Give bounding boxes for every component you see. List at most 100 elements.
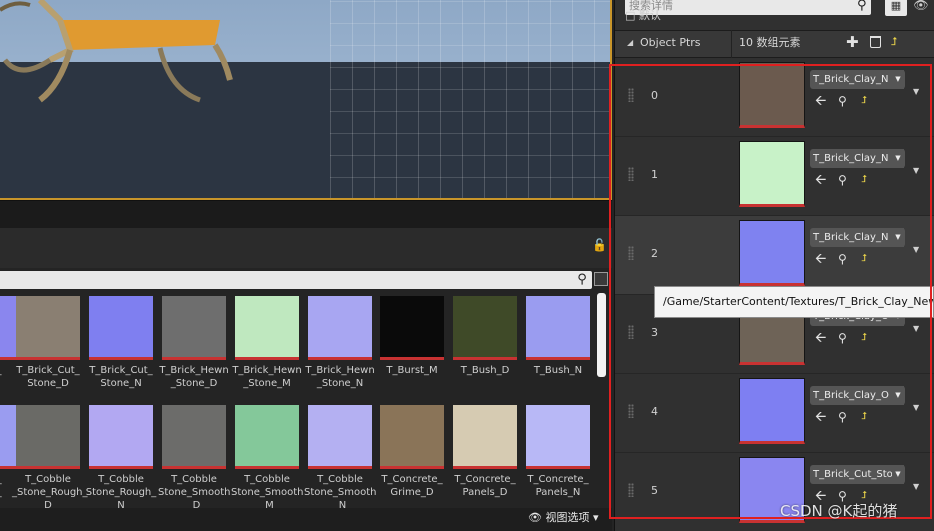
asset-tile[interactable]: T_Bush_D — [449, 296, 521, 377]
asset-name: T_Bush_D — [460, 365, 510, 376]
level-viewport[interactable] — [0, 0, 612, 200]
asset-name: T_Cobble Stone_Smooth _M — [231, 474, 304, 510]
drag-handle-icon[interactable] — [628, 246, 634, 260]
search-icon[interactable]: ⚲ — [857, 0, 867, 15]
browse-search-icon[interactable]: ⚲ — [838, 93, 847, 109]
asset-picker-combo[interactable]: T_Brick_Clay_N — [810, 70, 905, 89]
asset-name: T_Cobble _Stone_Rough_ D — [12, 474, 88, 510]
browse-search-icon[interactable]: ⚲ — [838, 251, 847, 267]
asset-tile[interactable]: T_Brick_Hewn _Stone_N — [304, 296, 376, 390]
asset-thumbnail[interactable] — [739, 378, 805, 444]
asset-tile[interactable]: T_Brick_Hewn _Stone_D — [158, 296, 230, 390]
array-element-row[interactable]: 1 T_Brick_Clay_N ▼ 🡨 ⚲ ⮥ ▼ — [615, 137, 934, 216]
element-options-arrow-icon[interactable]: ▼ — [913, 245, 919, 254]
asset-name: T_Brick_Cut_ Stone_D — [16, 365, 80, 389]
use-selected-arrow-icon[interactable]: 🡨 — [815, 172, 826, 188]
element-options-arrow-icon[interactable]: ▼ — [913, 324, 919, 333]
property-matrix-icon[interactable]: ▦ — [885, 0, 907, 16]
array-element-row[interactable]: 4 T_Brick_Clay_O ▼ 🡨 ⚲ ⮥ ▼ — [615, 374, 934, 453]
asset-picker-combo[interactable]: T_Brick_Clay_O — [810, 386, 905, 405]
reset-to-default-icon[interactable]: ⮥ — [891, 33, 898, 51]
asset-thumbnail — [453, 405, 517, 469]
asset-tile[interactable]: T_Cobble Stone_Smooth _D — [158, 405, 230, 510]
element-index: 2 — [651, 247, 658, 260]
add-element-icon[interactable]: ✚ — [846, 33, 859, 51]
browse-search-icon[interactable]: ⚲ — [838, 172, 847, 188]
search-icon[interactable]: ⚲ — [573, 271, 591, 289]
asset-thumbnail — [526, 296, 590, 360]
use-selected-arrow-icon[interactable]: 🡨 — [815, 93, 826, 109]
asset-name: T_Cobble Stone_Rough_ N — [85, 474, 157, 510]
chevron-down-icon[interactable]: ▼ — [892, 149, 904, 168]
viewport-grid — [330, 0, 612, 200]
asset-thumbnail — [16, 405, 80, 469]
chevron-down-icon[interactable]: ▼ — [892, 228, 904, 247]
element-index: 0 — [651, 89, 658, 102]
asset-tile[interactable]: T_Brick_Cut_ Stone_N — [85, 296, 157, 390]
asset-tile[interactable]: T_Cobble _Stone_Rough_ D — [12, 405, 88, 510]
browse-search-icon[interactable]: ⚲ — [838, 409, 847, 425]
asset-tile[interactable]: T_Concrete_ Panels_N — [522, 405, 594, 499]
asset-grid-scrollbar[interactable] — [597, 293, 606, 377]
element-options-arrow-icon[interactable]: ▼ — [913, 482, 919, 491]
reset-to-default-icon[interactable]: ⮥ — [861, 172, 867, 188]
content-browser-footer — [0, 508, 612, 531]
asset-tile[interactable]: T_Bush_N — [522, 296, 594, 377]
collapse-arrow-icon[interactable]: ◢ — [627, 38, 633, 47]
content-browser-search-input[interactable] — [0, 271, 592, 289]
drag-handle-icon[interactable] — [628, 325, 634, 339]
chevron-down-icon[interactable]: ▼ — [892, 465, 904, 484]
asset-thumbnail — [526, 405, 590, 469]
asset-thumbnail[interactable] — [739, 220, 805, 286]
asset-tile[interactable]: T_Cobble Stone_Rough_ N — [85, 405, 157, 510]
element-index: 5 — [651, 484, 658, 497]
element-index: 1 — [651, 168, 658, 181]
reset-to-default-icon[interactable]: ⮥ — [861, 251, 867, 267]
asset-tile[interactable]: T_Burst_M — [376, 296, 448, 377]
details-panel: 搜索详情 ⚲ ▦ 👁 □ 默认 ◢ Object Ptrs 10 数组元素 ✚ … — [614, 0, 934, 531]
drag-handle-icon[interactable] — [628, 404, 634, 418]
asset-tile[interactable]: T_Brick_Hewn _Stone_M — [231, 296, 303, 390]
browse-search-icon[interactable]: ⚲ — [838, 330, 847, 346]
lock-icon[interactable]: 🔓 — [592, 238, 607, 252]
asset-name: T_Bush_N — [533, 365, 583, 376]
element-options-arrow-icon[interactable]: ▼ — [913, 403, 919, 412]
trash-icon[interactable] — [870, 36, 881, 48]
array-element-row[interactable]: 2 T_Brick_Clay_N ▼ 🡨 ⚲ ⮥ ▼ — [615, 216, 934, 295]
array-element-row[interactable]: 0 T_Brick_Clay_N ▼ 🡨 ⚲ ⮥ ▼ — [615, 58, 934, 137]
asset-tile[interactable]: T_Cobble Stone_Smooth _M — [231, 405, 303, 510]
eye-icon[interactable]: 👁 — [911, 0, 931, 16]
details-search-input[interactable]: 搜索详情 ⚲ — [625, 0, 871, 15]
asset-thumbnail — [235, 296, 299, 360]
asset-picker-combo[interactable]: T_Brick_Clay_N — [810, 228, 905, 247]
use-selected-arrow-icon[interactable]: 🡨 — [815, 251, 826, 267]
asset-thumbnail — [453, 296, 517, 360]
asset-picker-combo[interactable]: T_Brick_Clay_N — [810, 149, 905, 168]
asset-thumbnail — [380, 405, 444, 469]
asset-name: T_Burst_M — [386, 365, 438, 376]
drag-handle-icon[interactable] — [628, 483, 634, 497]
reset-to-default-icon[interactable]: ⮥ — [861, 93, 867, 109]
asset-name: T_Cobble Stone_Smooth _D — [158, 474, 231, 510]
chevron-down-icon[interactable]: ▼ — [892, 70, 904, 89]
asset-thumbnail — [162, 296, 226, 360]
use-selected-arrow-icon[interactable]: 🡨 — [815, 330, 826, 346]
drag-handle-icon[interactable] — [628, 88, 634, 102]
save-search-icon[interactable] — [594, 272, 608, 286]
element-options-arrow-icon[interactable]: ▼ — [913, 87, 919, 96]
drag-handle-icon[interactable] — [628, 167, 634, 181]
chevron-down-icon[interactable]: ▼ — [892, 386, 904, 405]
asset-tile[interactable]: T_Concrete_ Grime_D — [376, 405, 448, 499]
element-options-arrow-icon[interactable]: ▼ — [913, 166, 919, 175]
asset-thumbnail[interactable] — [739, 62, 805, 128]
asset-tile[interactable]: T_Cobble Stone_Smooth _N — [304, 405, 376, 510]
asset-tile[interactable]: T_Concrete_ Panels_D — [449, 405, 521, 499]
asset-tile[interactable]: T_Brick_Cut_ Stone_D — [12, 296, 84, 390]
use-selected-arrow-icon[interactable]: 🡨 — [815, 409, 826, 425]
asset-name: T_Cobble Stone_Smooth _N — [304, 474, 377, 510]
asset-thumbnail[interactable] — [739, 141, 805, 207]
reset-to-default-icon[interactable]: ⮥ — [861, 330, 867, 346]
asset-picker-combo[interactable]: T_Brick_Cut_Sto — [810, 465, 905, 484]
reset-to-default-icon[interactable]: ⮥ — [861, 409, 867, 425]
view-options-button[interactable]: 👁 视图选项 ▾ — [528, 509, 599, 527]
